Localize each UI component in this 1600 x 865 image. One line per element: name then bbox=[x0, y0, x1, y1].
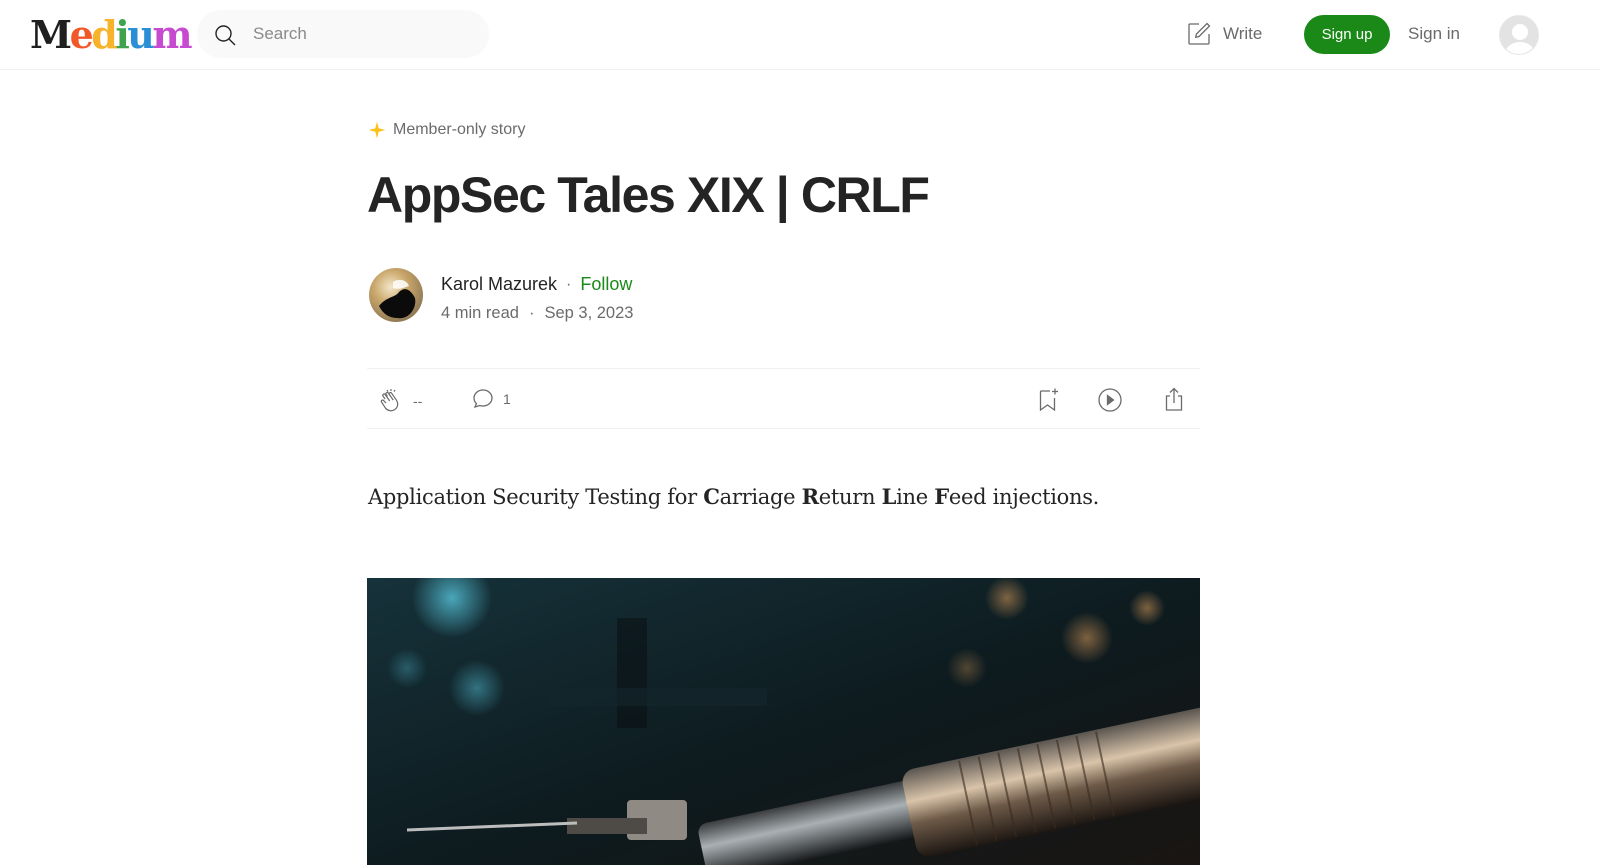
medium-logo[interactable]: Medium bbox=[30, 12, 193, 57]
user-avatar-icon[interactable] bbox=[1499, 15, 1539, 55]
hero-illustration bbox=[367, 578, 1200, 865]
subtitle-letter-c: C bbox=[703, 484, 720, 509]
search-input[interactable] bbox=[253, 10, 473, 58]
response-icon bbox=[473, 389, 493, 409]
sign-in-link[interactable]: Sign in bbox=[1408, 24, 1460, 44]
user-silhouette bbox=[1500, 16, 1538, 54]
article-action-bar: -- 1 bbox=[367, 368, 1200, 429]
subtitle-part: eturn bbox=[818, 485, 882, 509]
logo-letter: d bbox=[91, 12, 118, 57]
subtitle-part: Application Security Testing for bbox=[368, 485, 704, 509]
response-count: 1 bbox=[503, 391, 511, 407]
subtitle-letter-r: R bbox=[801, 484, 819, 509]
subtitle-letter-l: L bbox=[881, 484, 897, 509]
meta-separator: · bbox=[528, 304, 535, 322]
article-meta: 4 min read · Sep 3, 2023 bbox=[441, 304, 633, 323]
listen-button[interactable] bbox=[1097, 387, 1123, 413]
play-icon bbox=[1098, 388, 1122, 412]
author-name-link[interactable]: Karol Mazurek bbox=[441, 274, 557, 295]
logo-letter: M bbox=[30, 12, 72, 57]
article-subtitle: Application Security Testing for Carriag… bbox=[368, 484, 1099, 509]
write-icon bbox=[1188, 22, 1211, 45]
member-only-badge: Member-only story bbox=[368, 121, 525, 139]
author-separator: · bbox=[566, 275, 572, 293]
star-icon bbox=[368, 121, 386, 139]
follow-button[interactable]: Follow bbox=[580, 274, 632, 295]
save-button[interactable] bbox=[1035, 387, 1061, 413]
clap-icon bbox=[380, 389, 399, 412]
publish-date: Sep 3, 2023 bbox=[544, 304, 634, 322]
clap-button[interactable]: -- bbox=[377, 387, 422, 415]
logo-letter: e bbox=[69, 12, 94, 57]
subtitle-part: arriage bbox=[719, 485, 802, 509]
logo-letter: i bbox=[115, 12, 129, 57]
clap-count: -- bbox=[413, 393, 423, 409]
bookmark-add-icon bbox=[1039, 388, 1058, 412]
sign-up-button[interactable]: Sign up bbox=[1304, 15, 1390, 54]
subtitle-part: eed injections. bbox=[948, 485, 1100, 509]
subtitle-letter-f: F bbox=[934, 484, 949, 509]
write-button[interactable]: Write bbox=[1186, 20, 1262, 48]
search-icon bbox=[215, 25, 236, 46]
search-box[interactable] bbox=[197, 10, 489, 58]
author-avatar[interactable] bbox=[369, 268, 423, 322]
share-icon bbox=[1165, 387, 1183, 411]
logo-letter: u bbox=[127, 12, 155, 57]
member-only-label: Member-only story bbox=[393, 121, 526, 138]
article-title: AppSec Tales XIX | CRLF bbox=[367, 167, 930, 223]
author-line: Karol Mazurek · Follow bbox=[441, 274, 632, 295]
responses-button[interactable]: 1 bbox=[471, 387, 511, 411]
write-label: Write bbox=[1223, 24, 1263, 43]
read-time: 4 min read bbox=[441, 304, 519, 322]
top-navigation-bar: Medium Write Sign up Sign in bbox=[0, 0, 1600, 70]
subtitle-part: ine bbox=[896, 485, 935, 509]
share-button[interactable] bbox=[1161, 387, 1187, 413]
logo-letter: m bbox=[152, 12, 192, 57]
author-photo bbox=[369, 268, 423, 322]
hero-image bbox=[367, 578, 1200, 865]
